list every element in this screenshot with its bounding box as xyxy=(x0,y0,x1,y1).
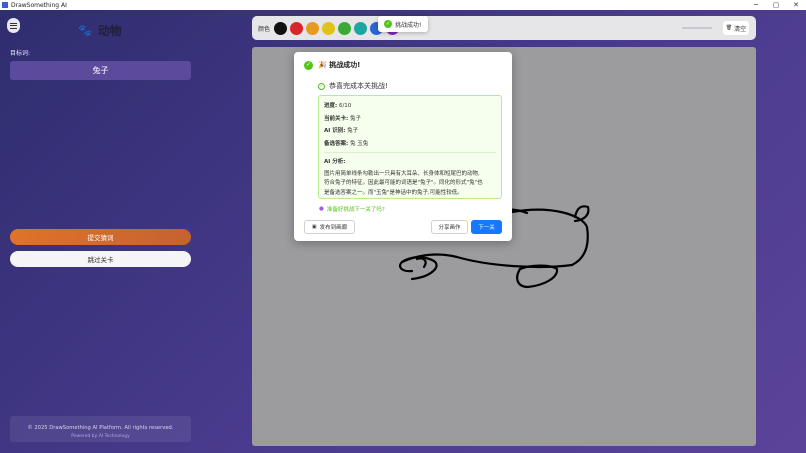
progress-row: 进度: 6/10 xyxy=(324,100,496,113)
publish-label: 发布到画廊 xyxy=(319,225,348,231)
sidebar-footer: © 2025 DrawSomething AI Platform. All ri… xyxy=(10,416,191,442)
image-icon: ▣ xyxy=(311,224,317,230)
stroke-hind-leg xyxy=(516,264,559,289)
alternatives-row: 备选答案: 兔 玉兔 xyxy=(324,138,496,151)
toast-text: 挑战成功! xyxy=(395,21,422,29)
skip-level-button[interactable]: 跳过关卡 xyxy=(10,251,191,267)
share-drawing-button[interactable]: 分享画作 xyxy=(431,220,468,234)
submit-guess-button[interactable]: 提交猜词 xyxy=(10,229,191,245)
dialog-subtitle: ✓ 恭喜完成本关挑战! xyxy=(318,81,388,91)
color-swatch[interactable] xyxy=(338,21,352,35)
divider xyxy=(324,152,496,153)
menu-button[interactable] xyxy=(7,18,20,33)
drawing-toolbar: 颜色 🗑 清空 xyxy=(252,16,756,40)
analysis-key: AI 分析: xyxy=(324,159,346,165)
hamburger-line xyxy=(10,22,17,24)
category-header: 🐾 动物 xyxy=(78,22,122,39)
color-swatch[interactable] xyxy=(306,21,320,35)
ready-text: 准备好挑战下一关了吗? xyxy=(326,207,385,213)
clear-label: 清空 xyxy=(734,25,747,33)
hamburger-line xyxy=(10,25,17,26)
level-value: 兔子 xyxy=(349,115,361,122)
color-swatch[interactable] xyxy=(290,21,304,35)
analysis-line: 图片用简单线条勾勒出一只具有大耳朵、长身体和短尾巴的动物, xyxy=(324,170,480,177)
check-circle-icon: ✓ xyxy=(304,60,313,70)
dialog-header: ✓ 🎉 挑战成功! xyxy=(304,60,360,70)
stroke-ear xyxy=(573,205,590,223)
ai-recognition-key: AI 识别: xyxy=(324,128,346,134)
analysis-text: 图片用简单线条勾勒出一只具有大耳朵、长身体和短尾巴的动物, 符合兔子的特征。因此… xyxy=(324,170,496,199)
hamburger-line xyxy=(10,27,17,29)
analysis-line: 符合兔子的特征。因此最可能的词语是"兔子"。同化的形式"兔"也 xyxy=(324,180,483,186)
trash-icon: 🗑 xyxy=(725,25,733,31)
window-titlebar: DrawSomething AI ─ ▢ ✕ xyxy=(0,0,806,10)
ai-recognition-row: AI 识别: 兔子 xyxy=(324,125,496,138)
dialog-subtitle-text: 恭喜完成本关挑战! xyxy=(329,82,388,90)
color-swatch[interactable] xyxy=(354,21,368,35)
success-dialog: ✓ 🎉 挑战成功! ✓ 恭喜完成本关挑战! 进度: 6/10 当前关卡: 兔子 … xyxy=(294,52,512,241)
next-level-button[interactable]: 下一关 xyxy=(471,220,502,234)
paw-icon: 🐾 xyxy=(78,24,92,37)
window-title: DrawSomething AI xyxy=(11,1,67,9)
progress-key: 进度: xyxy=(324,103,338,109)
footer-powered: Powered by AI Technology xyxy=(71,434,130,439)
maximize-button[interactable]: ▢ xyxy=(766,1,786,9)
alternatives-key: 备选答案: xyxy=(324,140,349,147)
sparkle-icon: ● xyxy=(319,206,324,212)
color-swatch[interactable] xyxy=(274,21,288,35)
footer-copyright: © 2025 DrawSomething AI Platform. All ri… xyxy=(27,425,174,431)
check-outline-icon: ✓ xyxy=(318,82,325,90)
publish-to-gallery-button[interactable]: ▣ 发布到画廊 xyxy=(304,220,355,234)
close-button[interactable]: ✕ xyxy=(786,1,806,9)
ready-prompt: ● 准备好挑战下一关了吗? xyxy=(319,205,385,213)
color-swatch[interactable] xyxy=(322,21,336,35)
color-label: 颜色 xyxy=(258,25,271,33)
analysis-line: 是备选答案之一。而"玉兔"是神话中的兔子,可能性较低。 xyxy=(324,189,463,196)
alternatives-value: 兔 玉兔 xyxy=(349,140,369,147)
check-circle-icon: ✓ xyxy=(384,20,392,28)
level-row: 当前关卡: 兔子 xyxy=(324,113,496,126)
result-info-box: 进度: 6/10 当前关卡: 兔子 AI 识别: 兔子 备选答案: 兔 玉兔 A… xyxy=(318,95,502,199)
minimize-button[interactable]: ─ xyxy=(746,1,766,9)
target-word-label: 目标词: xyxy=(10,50,31,57)
dialog-title: 🎉 挑战成功! xyxy=(318,61,361,69)
app-icon xyxy=(2,2,8,8)
target-word: 兔子 xyxy=(10,61,191,80)
clear-button[interactable]: 🗑 清空 xyxy=(723,21,749,35)
brush-size-slider[interactable] xyxy=(682,27,712,29)
category-title: 动物 xyxy=(97,24,122,38)
progress-value: 6/10 xyxy=(338,103,352,109)
success-toast: ✓ 挑战成功! xyxy=(378,16,428,32)
stroke-foot xyxy=(415,257,427,269)
ai-recognition-value: 兔子 xyxy=(347,128,359,134)
level-key: 当前关卡: xyxy=(324,115,349,122)
